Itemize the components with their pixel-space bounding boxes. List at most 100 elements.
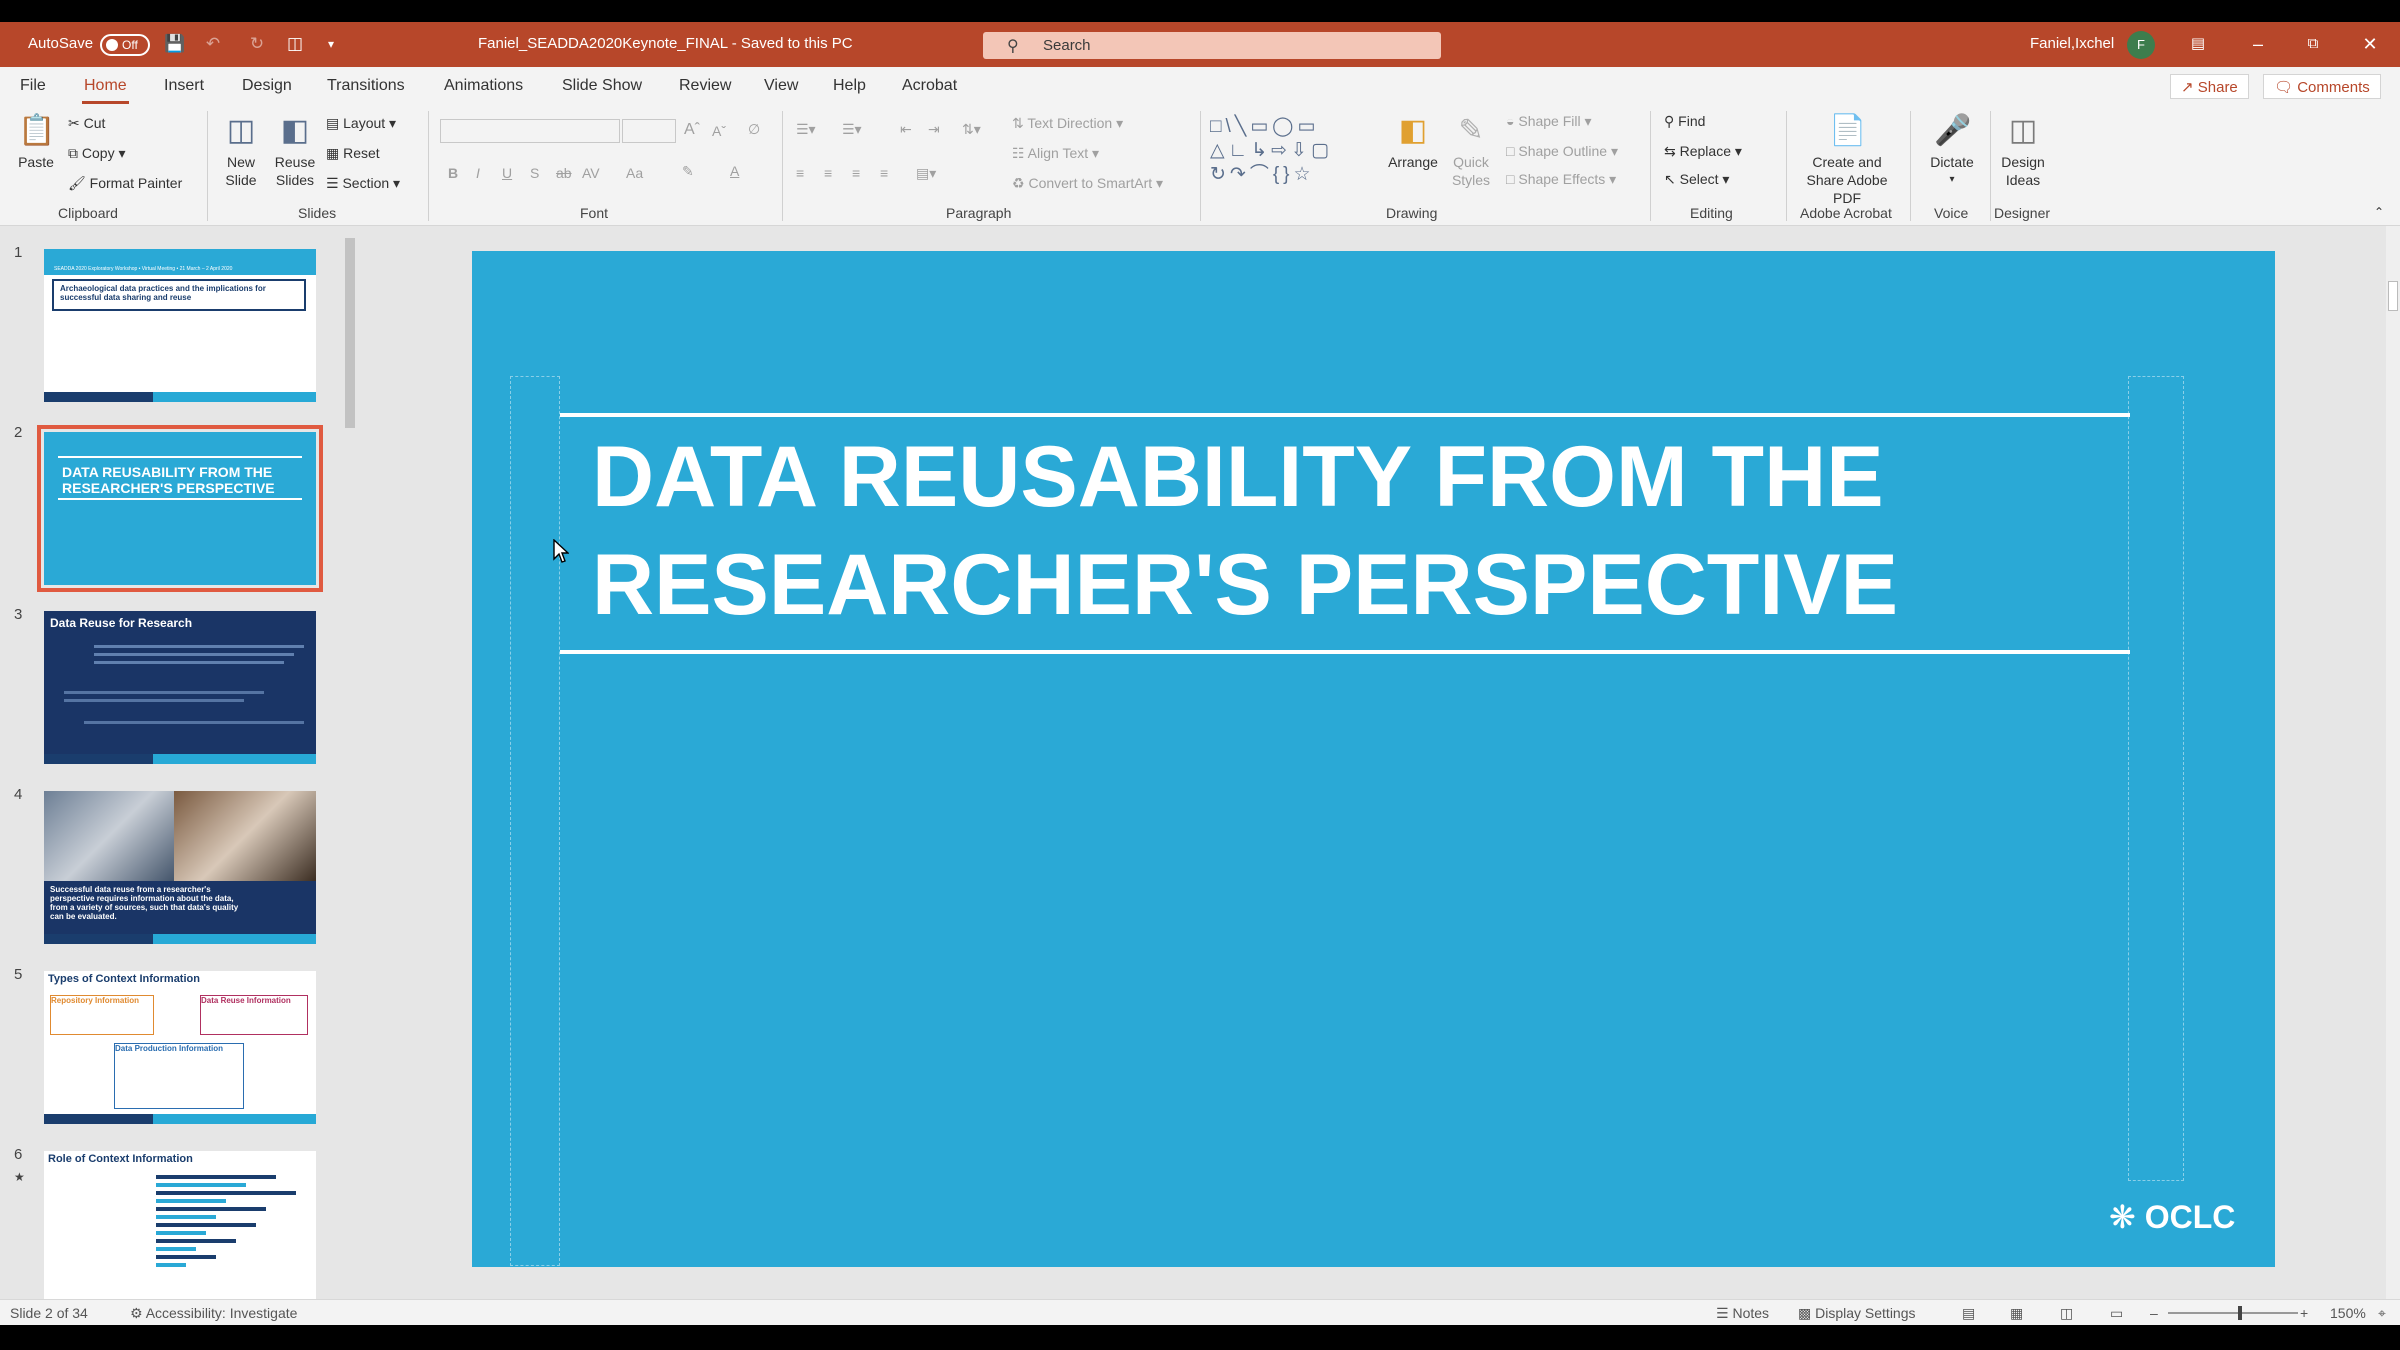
shape-outline-button[interactable]: □ Shape Outline ▾ bbox=[1506, 143, 1618, 160]
new-slide-button[interactable]: ◫ New Slide bbox=[216, 113, 266, 189]
grow-font-icon[interactable]: Aˆ bbox=[684, 121, 700, 139]
search-box[interactable]: ⚲ Search bbox=[983, 32, 1441, 59]
align-right-icon[interactable]: ≡ bbox=[852, 165, 860, 181]
slide-sorter-icon[interactable]: ▦ bbox=[2010, 1305, 2023, 1322]
tab-animations[interactable]: Animations bbox=[444, 77, 523, 95]
undo-icon[interactable]: ↶ bbox=[202, 33, 224, 55]
ribbon-display-icon[interactable]: ▤ bbox=[2183, 31, 2213, 57]
slide-thumbnail-2[interactable]: DATA REUSABILITY FROM THE RESEARCHER'S P… bbox=[37, 425, 323, 592]
zoom-slider[interactable] bbox=[2168, 1312, 2298, 1314]
tab-insert[interactable]: Insert bbox=[164, 77, 204, 95]
minimize-icon[interactable]: – bbox=[2243, 31, 2273, 57]
tab-help[interactable]: Help bbox=[833, 77, 866, 95]
increase-indent-icon[interactable]: ⇥ bbox=[928, 121, 940, 138]
clear-format-icon[interactable]: ∅ bbox=[748, 121, 760, 138]
font-name-box[interactable] bbox=[440, 119, 620, 143]
restore-icon[interactable]: ⧉ bbox=[2298, 31, 2328, 57]
convert-smartart-button[interactable]: ♻ Convert to SmartArt ▾ bbox=[1012, 175, 1163, 192]
autosave-toggle[interactable]: Off bbox=[100, 34, 150, 56]
save-icon[interactable]: 💾 bbox=[164, 33, 186, 55]
design-ideas-button[interactable]: ◫ Design Ideas bbox=[1992, 113, 2054, 189]
editor-scrollbar[interactable] bbox=[2386, 226, 2400, 1299]
zoom-in-icon[interactable]: + bbox=[2300, 1305, 2308, 1321]
font-color-button[interactable]: A bbox=[730, 163, 739, 179]
italic-button[interactable]: I bbox=[476, 165, 480, 181]
char-spacing-button[interactable]: AV bbox=[582, 165, 600, 181]
font-size-box[interactable] bbox=[622, 119, 676, 143]
layout-button[interactable]: ▤ Layout ▾ bbox=[326, 115, 396, 132]
zoom-level[interactable]: 150% bbox=[2330, 1305, 2366, 1321]
zoom-out-icon[interactable]: – bbox=[2150, 1305, 2158, 1321]
slide-thumbnail-1[interactable]: SEADDA 2020 Exploratory Workshop • Virtu… bbox=[44, 249, 316, 402]
align-left-icon[interactable]: ≡ bbox=[796, 165, 804, 181]
numbering-icon[interactable]: ☰▾ bbox=[842, 121, 862, 138]
present-icon[interactable]: ◫ bbox=[284, 33, 306, 55]
shapes-gallery[interactable]: □\╲▭◯▭ △∟↳⇨⇩▢ ↻↷⌒{}☆ bbox=[1210, 115, 1376, 191]
format-painter-button[interactable]: 🖌 Format Painter bbox=[68, 175, 182, 192]
document-title[interactable]: Faniel_SEADDA2020Keynote_FINAL - Saved t… bbox=[478, 35, 853, 52]
tab-view[interactable]: View bbox=[764, 77, 798, 95]
underline-button[interactable]: U bbox=[502, 165, 512, 181]
change-case-button[interactable]: Aa bbox=[626, 165, 643, 181]
tab-transitions[interactable]: Transitions bbox=[327, 77, 405, 95]
highlight-icon[interactable]: ✎ bbox=[682, 163, 694, 180]
strikethrough-button[interactable]: ab bbox=[556, 165, 572, 181]
align-center-icon[interactable]: ≡ bbox=[824, 165, 832, 181]
display-settings-button[interactable]: ▩ Display Settings bbox=[1798, 1305, 1916, 1322]
line-spacing-icon[interactable]: ⇅▾ bbox=[962, 121, 981, 138]
slide-thumbnail-6[interactable]: Role of Context Information bbox=[44, 1151, 316, 1299]
user-name: Faniel,Ixchel bbox=[2030, 35, 2115, 52]
reuse-slides-button[interactable]: ◧ Reuse Slides bbox=[270, 113, 320, 189]
slide-thumbnail-5[interactable]: Types of Context Information Repository … bbox=[44, 971, 316, 1124]
zoom-slider-handle[interactable] bbox=[2238, 1306, 2242, 1320]
tab-home[interactable]: Home bbox=[82, 77, 129, 104]
close-icon[interactable]: ✕ bbox=[2355, 31, 2385, 57]
find-button[interactable]: ⚲ Find bbox=[1664, 113, 1705, 130]
redo-icon[interactable]: ↻ bbox=[246, 33, 268, 55]
quick-styles-button[interactable]: ✎ Quick Styles bbox=[1442, 113, 1500, 189]
replace-button[interactable]: ⇆ Replace ▾ bbox=[1664, 143, 1742, 160]
fit-slide-icon[interactable]: ⌖ bbox=[2378, 1305, 2386, 1322]
customize-qat-icon[interactable]: ▾ bbox=[320, 33, 342, 55]
collapse-ribbon-icon[interactable]: ⌃ bbox=[2374, 205, 2384, 219]
slide-thumbnail-4[interactable]: Successful data reuse from a researcher'… bbox=[44, 791, 316, 944]
arrange-button[interactable]: ◧ Arrange bbox=[1382, 113, 1444, 171]
shadow-button[interactable]: S bbox=[530, 165, 539, 181]
accessibility-button[interactable]: ⚙ Accessibility: Investigate bbox=[130, 1305, 297, 1322]
copy-button[interactable]: ⧉ Copy ▾ bbox=[68, 145, 126, 162]
slide-thumbnail-3[interactable]: Data Reuse for Research bbox=[44, 611, 316, 764]
share-button[interactable]: ↗ Share bbox=[2170, 74, 2249, 99]
columns-icon[interactable]: ▤▾ bbox=[916, 165, 936, 182]
slide-title[interactable]: DATA REUSABILITY FROM THE RESEARCHER'S P… bbox=[592, 423, 2122, 639]
reading-view-icon[interactable]: ◫ bbox=[2060, 1305, 2073, 1322]
bold-button[interactable]: B bbox=[448, 165, 458, 181]
avatar[interactable]: F bbox=[2127, 31, 2155, 59]
thumbnail-scroll-thumb[interactable] bbox=[345, 238, 355, 428]
cut-button[interactable]: ✂ Cut bbox=[68, 115, 105, 132]
tab-design[interactable]: Design bbox=[242, 77, 292, 95]
create-share-pdf-button[interactable]: 📄 Create and Share Adobe PDF bbox=[1792, 113, 1902, 207]
reset-button[interactable]: ▦ Reset bbox=[326, 145, 380, 162]
scissors-icon: ✂ bbox=[68, 115, 80, 131]
text-direction-button[interactable]: ⇅ Text Direction ▾ bbox=[1012, 115, 1123, 132]
align-text-button[interactable]: ☷ Align Text ▾ bbox=[1012, 145, 1099, 162]
current-slide[interactable]: DATA REUSABILITY FROM THE RESEARCHER'S P… bbox=[472, 251, 2275, 1267]
tab-file[interactable]: File bbox=[20, 77, 46, 95]
shrink-font-icon[interactable]: Aˇ bbox=[712, 123, 726, 139]
notes-button[interactable]: ☰ Notes bbox=[1716, 1305, 1769, 1322]
justify-icon[interactable]: ≡ bbox=[880, 165, 888, 181]
tab-acrobat[interactable]: Acrobat bbox=[902, 77, 957, 95]
dictate-button[interactable]: 🎤 Dictate ▾ bbox=[1916, 113, 1988, 189]
comments-button[interactable]: 🗨 Comments bbox=[2263, 74, 2381, 99]
select-button[interactable]: ↖ Select ▾ bbox=[1664, 171, 1729, 188]
tab-review[interactable]: Review bbox=[679, 77, 731, 95]
tab-slide-show[interactable]: Slide Show bbox=[562, 77, 642, 95]
shape-effects-button[interactable]: □ Shape Effects ▾ bbox=[1506, 171, 1616, 188]
section-button[interactable]: ☰ Section ▾ bbox=[326, 175, 400, 192]
decrease-indent-icon[interactable]: ⇤ bbox=[900, 121, 912, 138]
shape-fill-button[interactable]: ◒ Shape Fill ▾ bbox=[1506, 113, 1592, 130]
bullets-icon[interactable]: ☰▾ bbox=[796, 121, 816, 138]
normal-view-icon[interactable]: ▤ bbox=[1962, 1305, 1975, 1322]
slideshow-view-icon[interactable]: ▭ bbox=[2110, 1305, 2123, 1322]
paste-button[interactable]: 📋 Paste bbox=[10, 113, 62, 171]
